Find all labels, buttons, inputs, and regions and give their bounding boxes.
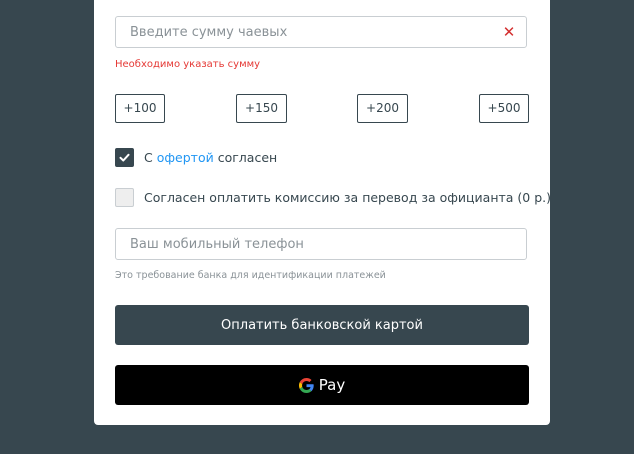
offer-prefix: С: [144, 150, 153, 165]
commission-checkbox[interactable]: [115, 188, 134, 207]
pay-card-button[interactable]: Оплатить банковской картой: [115, 305, 529, 345]
tip-amount-input[interactable]: [116, 17, 526, 47]
offer-label: С офертой согласен: [144, 150, 277, 165]
amount-button-150[interactable]: +150: [236, 94, 287, 123]
phone-field[interactable]: [115, 228, 527, 260]
offer-suffix: согласен: [217, 150, 278, 165]
tip-form-card: ✕ Необходимо указать сумму +100 +150 +20…: [94, 0, 552, 425]
offer-link[interactable]: офертой: [157, 150, 214, 165]
offer-checkbox[interactable]: [115, 148, 134, 167]
commission-label: Согласен оплатить комиссию за перевод за…: [144, 190, 552, 205]
google-pay-content: Pay: [115, 365, 529, 405]
amount-button-200[interactable]: +200: [357, 94, 408, 123]
tip-amount-field[interactable]: ✕: [115, 16, 527, 48]
google-pay-label: Pay: [318, 376, 346, 394]
phone-hint: Это требование банка для идентификации п…: [115, 270, 386, 281]
google-pay-button[interactable]: Pay: [115, 365, 529, 405]
amount-button-500[interactable]: +500: [479, 94, 529, 123]
error-message: Необходимо указать сумму: [115, 59, 261, 70]
checkmark-icon: [119, 153, 130, 162]
close-icon[interactable]: ✕: [502, 24, 516, 40]
amount-button-100[interactable]: +100: [115, 94, 165, 123]
phone-input[interactable]: [116, 229, 526, 259]
google-g-icon: [298, 377, 314, 393]
